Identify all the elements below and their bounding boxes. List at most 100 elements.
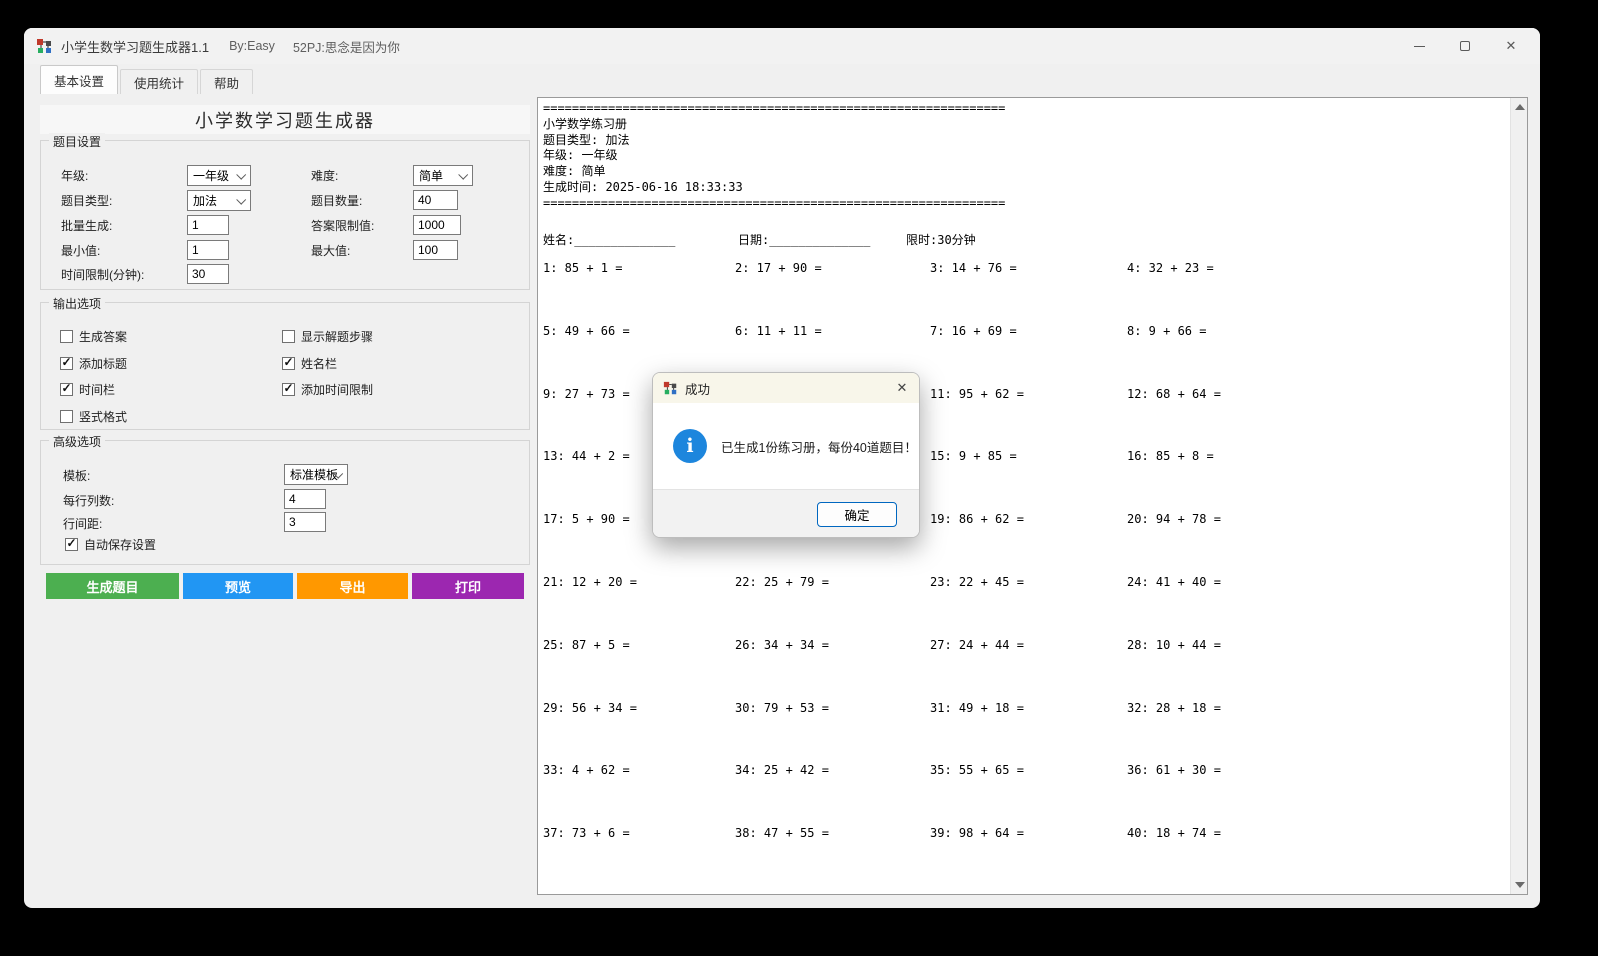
scroll-up-icon[interactable] [1515,104,1525,110]
problem-row: 37: 73 + 6 =38: 47 + 55 =39: 98 + 64 =40… [538,826,1527,842]
close-button[interactable]: ✕ [1488,28,1534,64]
name-field-checkbox[interactable]: ✓姓名栏 [282,355,337,372]
time-limit-label: 时间限制(分钟): [61,267,144,283]
columns-per-row-input[interactable] [284,489,326,509]
checkbox-icon: ✓ [65,538,78,551]
answer-limit-input[interactable] [413,215,461,235]
close-icon: ✕ [1506,38,1517,54]
problem-cell: 27: 24 + 44 = [930,638,1024,652]
chevron-down-icon [236,170,246,180]
problem-cell: 22: 25 + 79 = [735,575,829,589]
maximize-icon [1460,41,1470,51]
close-icon: ✕ [897,380,908,396]
difficulty-label: 难度: [311,168,338,184]
autosave-checkbox[interactable]: ✓ 自动保存设置 [65,536,156,553]
scroll-down-icon[interactable] [1515,882,1525,888]
difficulty-value: 简单 [419,167,443,184]
problem-cell: 8: 9 + 66 = [1127,324,1206,338]
dialog-message: 已生成1份练习册，每份40道题目！ [721,437,917,456]
problem-cell: 7: 16 + 69 = [930,324,1017,338]
batch-label: 批量生成: [61,218,112,234]
problem-cell: 39: 98 + 64 = [930,826,1024,840]
problem-row: 29: 56 + 34 = 30: 79 + 53 = 31: 49 + 18 = 3… [538,701,1527,717]
problem-row: 25: 87 + 5 = 26: 34 + 34 = 27: 24 + 44 = 28… [538,638,1527,654]
info-icon: i [673,429,707,463]
problem-cell: 31: 49 + 18 = [930,701,1024,715]
problem-cell: 40: 18 + 74 = [1127,826,1221,840]
title-bar: 小学生数学习题生成器1.1 By:Easy 52PJ:思念是因为你 ✕ [24,28,1540,64]
add-title-checkbox[interactable]: ✓添加标题 [60,355,127,372]
checkbox-label: 时间栏 [79,381,115,398]
question-type-label: 题目类型: [61,193,112,209]
minimize-button[interactable] [1396,28,1442,64]
min-value-input[interactable] [187,240,229,260]
generate-button[interactable]: 生成题目 [46,573,179,599]
problem-cell: 32: 28 + 18 = [1127,701,1221,715]
question-type-select[interactable]: 加法 [187,190,251,211]
print-button[interactable]: 打印 [412,573,524,599]
problem-cell: 24: 41 + 40 = [1127,575,1221,589]
problem-cell: 29: 56 + 34 = [543,701,637,715]
chevron-down-icon [458,170,468,180]
max-value-input[interactable] [413,240,458,260]
checkbox-label: 生成答案 [79,328,127,345]
vertical-format-checkbox[interactable]: ✓竖式格式 [60,408,127,425]
chevron-down-icon [236,195,246,205]
checkbox-label: 添加时间限制 [301,381,373,398]
maximize-button[interactable] [1442,28,1488,64]
preview-time-limit: 限时:30分钟 [906,231,976,248]
generate-answers-checkbox[interactable]: ✓生成答案 [60,328,127,345]
show-steps-checkbox[interactable]: ✓显示解题步骤 [282,328,373,345]
template-value: 标准模板 [290,466,338,483]
difficulty-select[interactable]: 简单 [413,165,473,186]
group-output-options-label: 输出选项 [49,295,105,312]
add-time-limit-checkbox[interactable]: ✓添加时间限制 [282,381,373,398]
checkbox-icon: ✓ [60,383,73,396]
problem-cell: 12: 68 + 64 = [1127,387,1221,401]
template-select[interactable]: 标准模板 [284,464,348,485]
tab-usage-stats[interactable]: 使用统计 [120,69,198,94]
problem-cell: 25: 87 + 5 = [543,638,630,652]
tab-basic-settings[interactable]: 基本设置 [40,65,118,94]
tab-help[interactable]: 帮助 [200,69,253,94]
group-question-settings-label: 题目设置 [49,133,105,150]
success-dialog: 成功 ✕ i 已生成1份练习册，每份40道题目！ 确定 [652,372,920,538]
problem-cell: 1: 85 + 1 = [543,261,622,275]
group-question-settings: 题目设置 年级: 一年级 难度: 简单 题目类型: 加法 题目数量: 批量生成:… [40,140,530,290]
preview-header: ========================================… [543,101,1005,212]
time-field-checkbox[interactable]: ✓ 时间栏 [60,381,115,398]
problem-cell: 26: 34 + 34 = [735,638,829,652]
problem-cell: 4: 32 + 23 = [1127,261,1214,275]
problem-cell: 3: 14 + 76 = [930,261,1017,275]
preview-name-field: 姓名:______________ [543,231,675,248]
group-advanced-options: 高级选项 模板: 标准模板 每行列数: 行间距: ✓ 自动保存设置 [40,440,530,565]
row-spacing-input[interactable] [284,512,326,532]
app-icon [36,38,53,55]
question-count-input[interactable] [413,190,458,210]
problem-cell: 23: 22 + 45 = [930,575,1024,589]
preview-button[interactable]: 预览 [183,573,293,599]
dialog-title: 成功 [685,379,885,398]
dialog-close-button[interactable]: ✕ [885,373,919,403]
problem-cell: 28: 10 + 44 = [1127,638,1221,652]
autosave-label: 自动保存设置 [84,536,156,553]
ok-button[interactable]: 确定 [817,502,897,527]
problem-cell: 30: 79 + 53 = [735,701,829,715]
problem-cell: 34: 25 + 42 = [735,763,829,777]
template-label: 模板: [63,468,90,484]
preview-scrollbar[interactable] [1510,98,1527,894]
export-button[interactable]: 导出 [297,573,408,599]
problem-row: 33: 4 + 62 =34: 25 + 42 =35: 55 + 65 =36… [538,763,1527,779]
problem-cell: 33: 4 + 62 = [543,763,630,777]
problem-cell: 37: 73 + 6 = [543,826,630,840]
batch-input[interactable] [187,215,229,235]
preview-date-field: 日期:______________ [738,231,870,248]
dialog-footer: 确定 [653,489,919,538]
dialog-title-bar: 成功 ✕ [653,373,919,403]
problem-cell: 6: 11 + 11 = [735,324,822,338]
problem-cell: 9: 27 + 73 = [543,387,630,401]
time-limit-input[interactable] [187,264,229,284]
window-byline: By:Easy [229,39,275,53]
grade-select[interactable]: 一年级 [187,165,251,186]
checkbox-label: 姓名栏 [301,355,337,372]
